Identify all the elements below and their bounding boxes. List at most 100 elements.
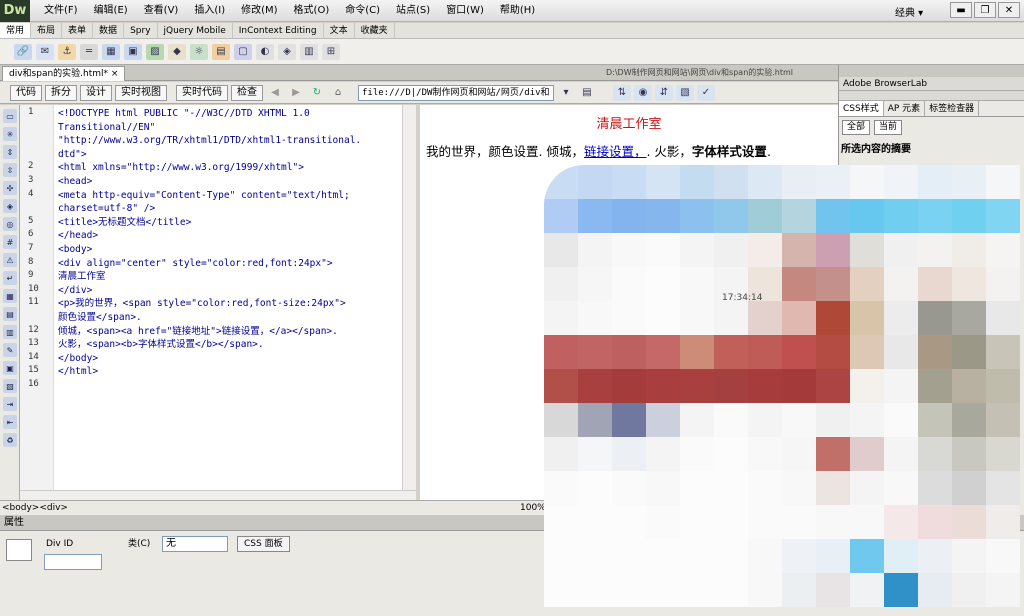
page-options-icon[interactable]: ▤ — [578, 85, 596, 101]
menu-file[interactable]: 文件(F) — [36, 0, 86, 22]
table-icon[interactable]: ▦ — [102, 43, 120, 60]
design-link[interactable]: 链接设置， — [584, 144, 647, 159]
collapse-selection-icon[interactable]: ⇳ — [3, 163, 17, 177]
code-line[interactable]: <meta http-equiv="Content-Type" content=… — [58, 189, 361, 203]
tab-data[interactable]: 数据 — [93, 23, 125, 38]
code-line[interactable]: </html> — [58, 365, 361, 379]
head-icon[interactable]: ◐ — [256, 43, 274, 60]
outdent-icon[interactable]: ⇤ — [3, 415, 17, 429]
visual-aids-icon[interactable]: ▧ — [676, 84, 694, 101]
tab-layout[interactable]: 布局 — [31, 23, 63, 38]
balance-braces-icon[interactable]: ◎ — [3, 217, 17, 231]
workspace-switcher[interactable]: 经典 ▾ — [895, 4, 923, 19]
menu-edit[interactable]: 编辑(E) — [86, 0, 136, 22]
document-tab-close-icon[interactable]: × — [111, 69, 119, 79]
tab-css-styles[interactable]: CSS样式 — [839, 101, 884, 116]
show-code-navigator-icon[interactable]: ✳ — [3, 127, 17, 141]
restore-button[interactable]: ❐ — [974, 2, 996, 18]
div-icon[interactable]: ▣ — [124, 43, 142, 60]
tab-spry[interactable]: Spry — [124, 23, 158, 38]
minimize-button[interactable]: ▬ — [950, 2, 972, 18]
code-view-button[interactable]: 代码 — [10, 84, 42, 101]
refresh-icon[interactable]: ↻ — [308, 85, 326, 101]
inspect-button[interactable]: 检查 — [231, 84, 263, 101]
tab-favorites[interactable]: 收藏夹 — [355, 23, 395, 38]
code-line[interactable]: </body> — [58, 352, 361, 366]
menu-insert[interactable]: 插入(I) — [186, 0, 233, 22]
css-panel-button[interactable]: CSS 面板 — [237, 536, 290, 552]
code-view[interactable]: <!DOCTYPE html PUBLIC "-//W3C//DTD XHTML… — [20, 105, 416, 490]
home-icon[interactable]: ⌂ — [329, 85, 347, 101]
code-vertical-scrollbar[interactable] — [402, 105, 416, 490]
hyperlink-icon[interactable]: 🔗 — [14, 43, 32, 60]
code-line[interactable]: </head> — [58, 229, 361, 243]
move-css-icon[interactable]: ▧ — [3, 379, 17, 393]
email-link-icon[interactable]: ✉ — [36, 43, 54, 60]
code-line[interactable]: 颜色设置</span>. — [58, 311, 361, 325]
code-line[interactable]: 火影，<span><b>字体样式设置</b></span>. — [58, 338, 361, 352]
split-view-button[interactable]: 拆分 — [45, 84, 77, 101]
code-line[interactable] — [58, 379, 361, 393]
code-lines[interactable]: <!DOCTYPE html PUBLIC "-//W3C//DTD XHTML… — [58, 107, 361, 392]
code-horizontal-scrollbar[interactable] — [20, 490, 416, 500]
code-line[interactable]: 倾城，<span><a href="链接地址">链接设置，</a></span>… — [58, 325, 361, 339]
class-select[interactable]: 无 — [162, 536, 228, 552]
code-line[interactable]: 清晨工作室 — [58, 270, 361, 284]
tab-jquery-mobile[interactable]: jQuery Mobile — [158, 23, 233, 38]
refresh-design-icon[interactable]: ⇵ — [655, 84, 673, 101]
menu-site[interactable]: 站点(S) — [388, 0, 438, 22]
select-parent-tag-icon[interactable]: ◈ — [3, 199, 17, 213]
browserlab-panel[interactable]: Adobe BrowserLab — [839, 77, 1024, 91]
open-documents-icon[interactable]: ▭ — [3, 109, 17, 123]
menu-view[interactable]: 查看(V) — [136, 0, 187, 22]
tab-tag-inspector[interactable]: 标签检查器 — [925, 101, 980, 116]
close-button[interactable]: ✕ — [998, 2, 1020, 18]
format-source-icon[interactable]: ♻ — [3, 433, 17, 447]
expand-all-icon[interactable]: ✣ — [3, 181, 17, 195]
code-line[interactable]: <body> — [58, 243, 361, 257]
code-line[interactable]: Transitional//EN" — [58, 121, 361, 135]
file-management-icon[interactable]: ⇅ — [613, 84, 631, 101]
code-line[interactable]: <div align="center" style="color:red,fon… — [58, 257, 361, 271]
tab-ap-elements[interactable]: AP 元素 — [884, 101, 926, 116]
code-line[interactable]: "http://www.w3.org/TR/xhtml1/DTD/xhtml1-… — [58, 134, 361, 148]
server-include-icon[interactable]: ▤ — [212, 43, 230, 60]
zoom-level[interactable]: 100% — [520, 501, 546, 515]
named-anchor-icon[interactable]: ⚓ — [58, 43, 76, 60]
menu-format[interactable]: 格式(O) — [286, 0, 338, 22]
tag-selector[interactable]: <body><div> — [2, 503, 68, 513]
forward-icon[interactable]: ▶ — [287, 85, 305, 101]
code-line[interactable]: <!DOCTYPE html PUBLIC "-//W3C//DTD XHTML… — [58, 107, 361, 121]
syntax-coloring-icon[interactable]: ▦ — [3, 289, 17, 303]
tab-text[interactable]: 文本 — [324, 23, 355, 38]
live-code-button[interactable]: 实时代码 — [176, 84, 228, 101]
tab-incontext-editing[interactable]: InContext Editing — [233, 23, 324, 38]
document-tab[interactable]: div和span的实验.html* × — [2, 66, 126, 81]
highlight-invalid-code-icon[interactable]: ⚠ — [3, 253, 17, 267]
div-id-select[interactable] — [44, 554, 102, 570]
script-icon[interactable]: ◈ — [278, 43, 296, 60]
live-view-button[interactable]: 实时视图 — [115, 84, 167, 101]
code-line[interactable]: charset=utf-8" /> — [58, 202, 361, 216]
code-line[interactable]: <title>无标题文档</title> — [58, 216, 361, 230]
menu-window[interactable]: 窗口(W) — [438, 0, 492, 22]
templates-icon[interactable]: ▥ — [300, 43, 318, 60]
preview-browser-icon[interactable]: ◉ — [634, 84, 652, 101]
apply-comment-icon[interactable]: ▤ — [3, 307, 17, 321]
menu-commands[interactable]: 命令(C) — [337, 0, 388, 22]
image-icon[interactable]: ▨ — [146, 43, 164, 60]
date-icon[interactable]: ☼ — [190, 43, 208, 60]
back-icon[interactable]: ◀ — [266, 85, 284, 101]
address-dropdown-icon[interactable]: ▾ — [557, 85, 575, 101]
design-view-button[interactable]: 设计 — [80, 84, 112, 101]
tag-chooser-icon[interactable]: ⊞ — [322, 43, 340, 60]
code-line[interactable]: dtd"> — [58, 148, 361, 162]
wrap-tag-icon[interactable]: ✎ — [3, 343, 17, 357]
collapse-tag-icon[interactable]: ⇕ — [3, 145, 17, 159]
line-numbers-icon[interactable]: # — [3, 235, 17, 249]
current-button[interactable]: 当前 — [874, 120, 903, 135]
all-button[interactable]: 全部 — [842, 120, 871, 135]
recent-snippets-icon[interactable]: ▣ — [3, 361, 17, 375]
menu-modify[interactable]: 修改(M) — [233, 0, 285, 22]
remove-comment-icon[interactable]: ▥ — [3, 325, 17, 339]
